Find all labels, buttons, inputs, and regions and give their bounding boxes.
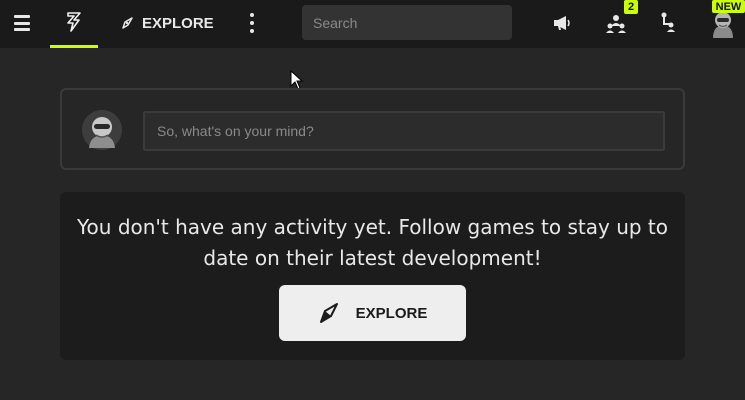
tab-explore[interactable]: EXPLORE	[120, 0, 214, 46]
more-options-icon[interactable]	[248, 13, 256, 33]
empty-activity-card: You don't have any activity yet. Follow …	[60, 192, 685, 360]
mouse-pointer-icon	[290, 70, 304, 90]
post-composer	[60, 88, 685, 170]
lightning-bolt-icon	[67, 12, 81, 32]
new-badge: NEW	[712, 0, 745, 13]
composer-avatar	[82, 110, 122, 150]
hamburger-menu-icon[interactable]	[14, 14, 30, 32]
active-tab-indicator	[50, 45, 98, 48]
tab-activity-feed[interactable]	[50, 0, 98, 48]
compass-icon	[122, 17, 133, 29]
compass-icon	[319, 303, 338, 323]
search-input[interactable]	[302, 5, 512, 40]
megaphone-icon[interactable]	[552, 13, 572, 33]
top-navigation-bar: EXPLORE 2 NEW	[0, 0, 745, 48]
tab-explore-label: EXPLORE	[142, 14, 214, 32]
user-group-icon[interactable]	[605, 12, 627, 34]
explore-button-label: EXPLORE	[355, 304, 428, 322]
explore-button[interactable]: EXPLORE	[279, 285, 466, 341]
org-chart-icon[interactable]	[659, 12, 675, 32]
empty-activity-message: You don't have any activity yet. Follow …	[76, 215, 669, 270]
post-input[interactable]	[143, 111, 665, 151]
notification-badge: 2	[624, 0, 638, 14]
